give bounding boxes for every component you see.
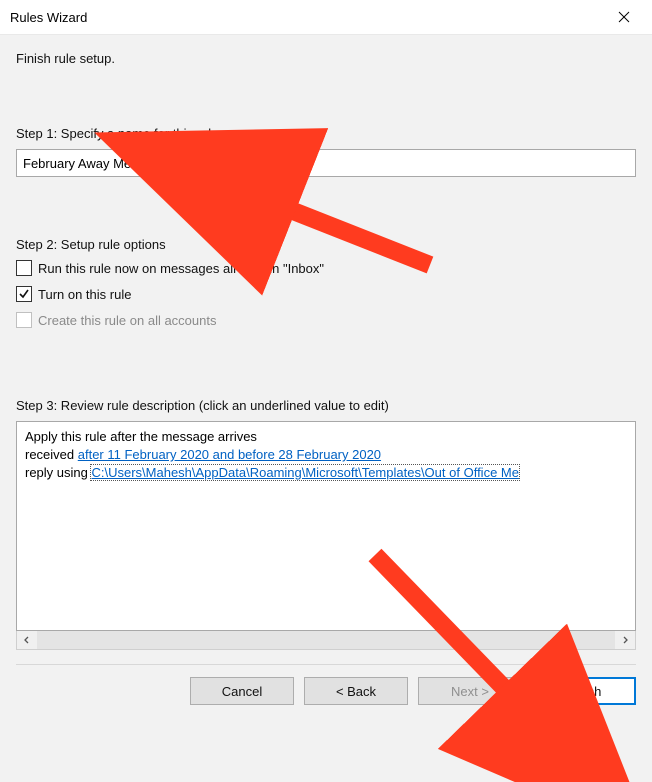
finish-button[interactable]: Finish xyxy=(532,677,636,705)
all-accounts-label: Create this rule on all accounts xyxy=(38,313,216,328)
date-range-link[interactable]: after 11 February 2020 and before 28 Feb… xyxy=(78,447,381,462)
run-now-label: Run this rule now on messages already in… xyxy=(38,261,324,276)
back-button[interactable]: < Back xyxy=(304,677,408,705)
desc-line-3: reply using C:\Users\Mahesh\AppData\Roam… xyxy=(25,464,627,482)
turn-on-checkbox[interactable] xyxy=(16,286,32,302)
turn-on-label: Turn on this rule xyxy=(38,287,131,302)
rule-name-input[interactable] xyxy=(16,149,636,177)
scroll-right-button[interactable] xyxy=(615,631,635,649)
run-now-checkbox[interactable] xyxy=(16,260,32,276)
chevron-left-icon xyxy=(23,636,31,644)
desc-line3-prefix: reply using xyxy=(25,465,91,480)
option-run-now-row: Run this rule now on messages already in… xyxy=(16,260,636,276)
button-row: Cancel < Back Next > Finish xyxy=(16,677,636,705)
step2-label: Step 2: Setup rule options xyxy=(16,237,636,252)
next-button: Next > xyxy=(418,677,522,705)
step3-label: Step 3: Review rule description (click a… xyxy=(16,398,636,413)
rule-description-box: Apply this rule after the message arrive… xyxy=(16,421,636,631)
window-title: Rules Wizard xyxy=(10,10,604,25)
finish-instruction: Finish rule setup. xyxy=(16,51,636,66)
step1-label: Step 1: Specify a name for this rule xyxy=(16,126,636,141)
desc-line-1: Apply this rule after the message arrive… xyxy=(25,428,627,446)
chevron-right-icon xyxy=(621,636,629,644)
checkmark-icon xyxy=(18,288,30,300)
option-turn-on-row: Turn on this rule xyxy=(16,286,636,302)
all-accounts-checkbox xyxy=(16,312,32,328)
desc-line2-prefix: received xyxy=(25,447,78,462)
scroll-left-button[interactable] xyxy=(17,631,37,649)
title-bar: Rules Wizard xyxy=(0,0,652,34)
close-icon xyxy=(618,11,630,23)
button-divider xyxy=(16,664,636,665)
option-all-accounts-row: Create this rule on all accounts xyxy=(16,312,636,328)
scrollbar-track[interactable] xyxy=(37,631,615,649)
cancel-button[interactable]: Cancel xyxy=(190,677,294,705)
desc-line-2: received after 11 February 2020 and befo… xyxy=(25,446,627,464)
dialog-body: Finish rule setup. Step 1: Specify a nam… xyxy=(0,34,652,782)
template-path-link[interactable]: C:\Users\Mahesh\AppData\Roaming\Microsof… xyxy=(91,465,518,480)
close-button[interactable] xyxy=(604,3,644,31)
description-horizontal-scrollbar[interactable] xyxy=(16,630,636,650)
